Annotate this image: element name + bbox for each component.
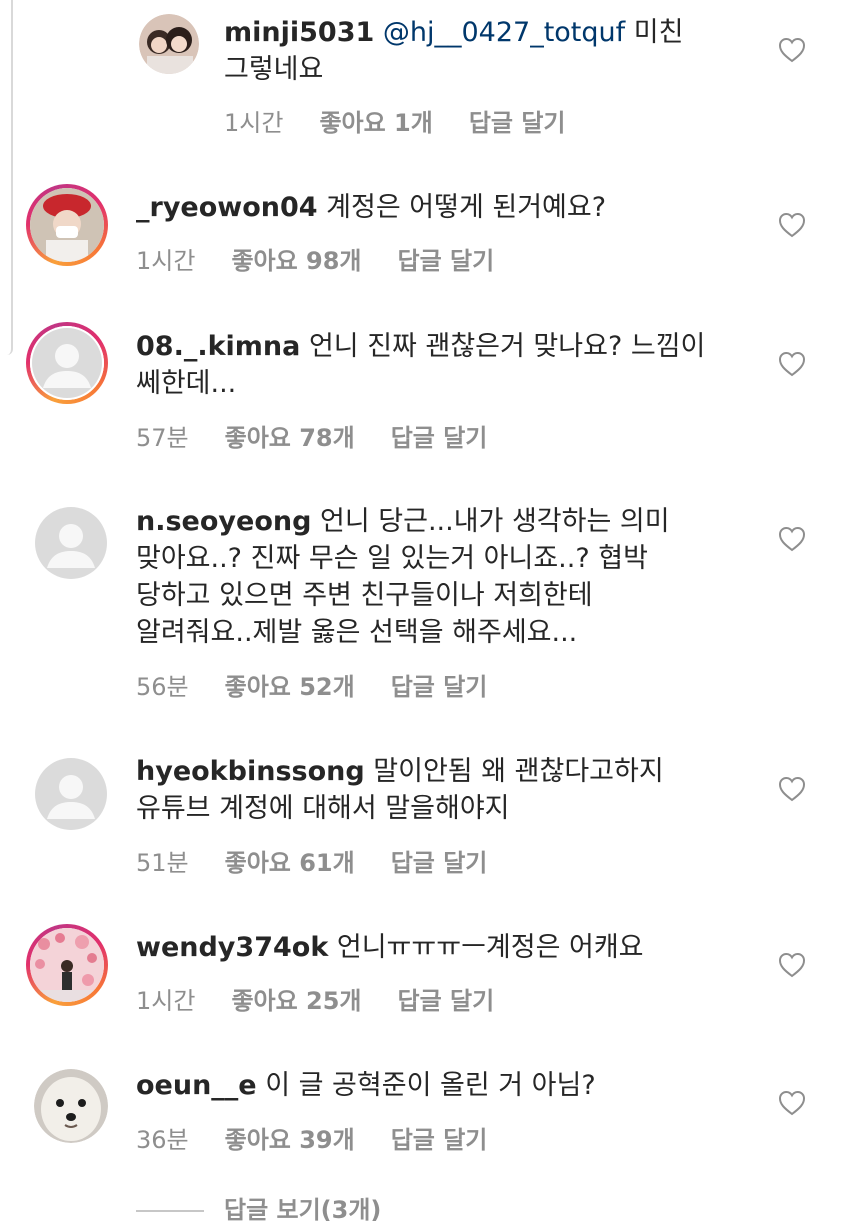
comment-meta: 36분 좋아요 39개 답글 달기: [136, 1120, 523, 1155]
comment-body: 이 글 공혁준이 올린 거 아님?: [256, 1070, 596, 1101]
like-count[interactable]: 좋아요 1개: [319, 103, 432, 138]
avatar[interactable]: [26, 184, 108, 266]
comment-body-line: 알려줘요..제발 옳은 선택을 해주세요...: [136, 617, 578, 648]
heart-outline-icon[interactable]: [778, 212, 806, 238]
scroll-indicator[interactable]: [0, 0, 13, 355]
reply-button[interactable]: 답글 달기: [391, 1120, 488, 1155]
default-avatar-icon: [35, 758, 107, 830]
view-replies-label: 답글 보기(3개): [224, 1196, 382, 1224]
username[interactable]: hyeokbinssong: [136, 756, 365, 787]
comment-body-line: 당하고 있으면 주변 친구들이나 저희한테: [136, 580, 593, 611]
like-count[interactable]: 좋아요 52개: [225, 667, 355, 702]
like-count[interactable]: 좋아요 61개: [225, 843, 355, 878]
like-count[interactable]: 좋아요 98개: [231, 241, 361, 276]
comment-body: 언니 진짜 괜찮은거 맞나요? 느낌이: [300, 331, 706, 362]
timestamp: 36분: [136, 1126, 189, 1154]
avatar[interactable]: [26, 322, 108, 404]
like-count[interactable]: 좋아요 39개: [225, 1120, 355, 1155]
reply-button[interactable]: 답글 달기: [469, 103, 566, 138]
comment-body: 언니ㅠㅠㅠㅡ계정은 어캐요: [328, 932, 644, 963]
comment-meta: 57분 좋아요 78개 답글 달기: [136, 418, 523, 453]
reply-button[interactable]: 답글 달기: [391, 667, 488, 702]
comment-text: hyeokbinssong 말이안됨 왜 괜찮다고하지 유튜브 계정에 대해서 …: [136, 753, 756, 827]
username[interactable]: wendy374ok: [136, 932, 328, 963]
comment-text: n.seoyeong 언니 당근...내가 생각하는 의미 맞아요..? 진짜 …: [136, 503, 756, 651]
view-replies-button[interactable]: 답글 보기(3개): [136, 1190, 381, 1225]
comment-body: 말이안됨 왜 괜찮다고하지: [364, 756, 664, 787]
timestamp: 1시간: [136, 247, 196, 275]
default-avatar-icon: [35, 507, 107, 579]
username[interactable]: _ryeowon04: [136, 192, 318, 223]
reply-button[interactable]: 답글 달기: [398, 241, 495, 276]
comment-text: oeun__e 이 글 공혁준이 올린 거 아님?: [136, 1067, 756, 1104]
comment-body-line: 유튜브 계정에 대해서 말을해야지: [136, 793, 510, 824]
username[interactable]: oeun__e: [136, 1070, 257, 1101]
heart-outline-icon[interactable]: [778, 952, 806, 978]
heart-outline-icon[interactable]: [778, 37, 806, 63]
timestamp: 57분: [136, 424, 189, 452]
reply-button[interactable]: 답글 달기: [391, 418, 488, 453]
mention-link[interactable]: @hj__0427_totquf: [383, 17, 625, 48]
comment-text: wendy374ok 언니ㅠㅠㅠㅡ계정은 어캐요: [136, 929, 756, 966]
username[interactable]: n.seoyeong: [136, 506, 311, 537]
comment-body-line: 쎄한데...: [136, 368, 237, 399]
divider-line: [136, 1210, 204, 1212]
comment-body: 계정은 어떻게 된거예요?: [317, 192, 607, 223]
avatar[interactable]: [26, 924, 108, 1006]
avatar[interactable]: [34, 1069, 108, 1143]
timestamp: 1시간: [224, 109, 284, 137]
comment-body: 미친: [625, 17, 684, 48]
comment-body: 언니 당근...내가 생각하는 의미: [311, 506, 670, 537]
comment-meta: 1시간 좋아요 1개 답글 달기: [224, 103, 602, 138]
comment-text: 08._.kimna 언니 진짜 괜찮은거 맞나요? 느낌이 쎄한데...: [136, 328, 756, 402]
comment-body-line: 그렇네요: [224, 54, 324, 85]
username[interactable]: minji5031: [224, 17, 374, 48]
heart-outline-icon[interactable]: [778, 1090, 806, 1116]
comment-text: _ryeowon04 계정은 어떻게 된거예요?: [136, 189, 736, 226]
timestamp: 51분: [136, 849, 189, 877]
heart-outline-icon[interactable]: [778, 776, 806, 802]
comment-meta: 1시간 좋아요 25개 답글 달기: [136, 981, 530, 1016]
comment-body-line: 맞아요..? 진짜 무슨 일 있는거 아니죠..? 협박: [136, 543, 648, 574]
comment-meta: 51분 좋아요 61개 답글 달기: [136, 843, 523, 878]
comment-text: minji5031 @hj__0427_totquf 미친 그렇네요: [224, 14, 744, 88]
like-count[interactable]: 좋아요 25개: [231, 981, 361, 1016]
timestamp: 1시간: [136, 987, 196, 1015]
default-avatar-icon: [30, 326, 104, 400]
avatar[interactable]: [34, 506, 108, 580]
like-count[interactable]: 좋아요 78개: [225, 418, 355, 453]
username[interactable]: 08._.kimna: [136, 331, 300, 362]
avatar[interactable]: [139, 14, 199, 74]
heart-outline-icon[interactable]: [778, 351, 806, 377]
timestamp: 56분: [136, 673, 189, 701]
reply-button[interactable]: 답글 달기: [398, 981, 495, 1016]
avatar[interactable]: [34, 757, 108, 831]
heart-outline-icon[interactable]: [778, 526, 806, 552]
comment-meta: 1시간 좋아요 98개 답글 달기: [136, 241, 530, 276]
comment-meta: 56분 좋아요 52개 답글 달기: [136, 667, 523, 702]
reply-button[interactable]: 답글 달기: [391, 843, 488, 878]
